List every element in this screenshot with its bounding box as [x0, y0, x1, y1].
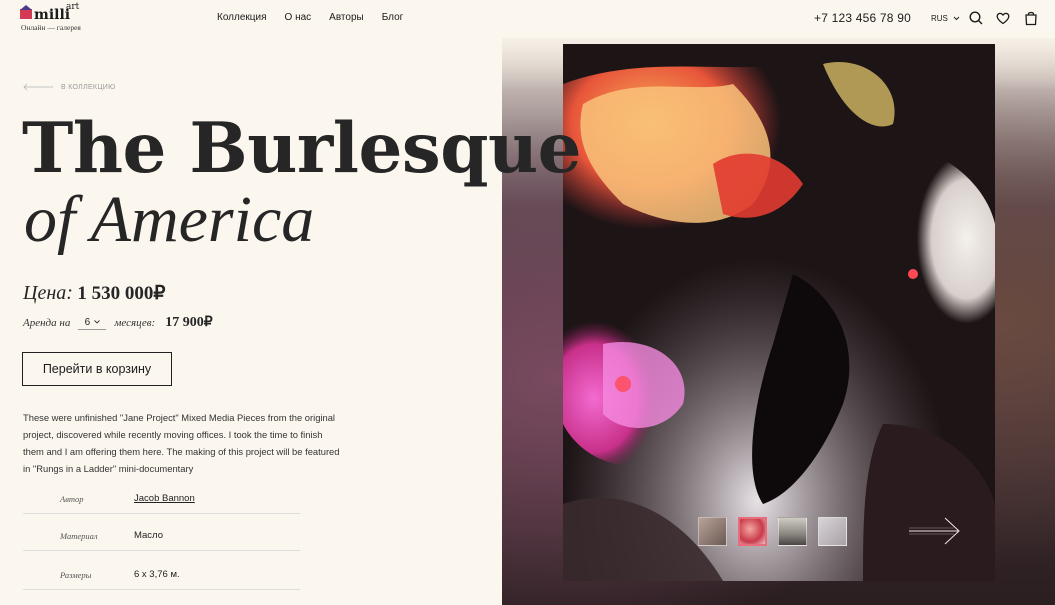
- bag-icon[interactable]: [1023, 10, 1039, 26]
- go-to-cart-button[interactable]: Перейти в корзину: [22, 352, 172, 386]
- back-to-collection-link[interactable]: В КОЛЛЕКЦИЮ: [23, 83, 116, 91]
- rent-months-value: 6: [84, 316, 91, 328]
- next-arrow-icon[interactable]: [909, 516, 961, 546]
- spec-label: Материал: [60, 531, 98, 541]
- chevron-down-icon: [953, 17, 960, 21]
- spec-row-author: Автор Jacob Bannon: [23, 476, 300, 514]
- price-value: 1 530 000₽: [77, 283, 166, 304]
- rent-value: 17 900₽: [165, 315, 213, 330]
- logo-sup: art: [66, 2, 80, 12]
- thumbnail-1[interactable]: [698, 517, 727, 546]
- artwork-description: These were unfinished "Jane Project" Mix…: [23, 412, 340, 474]
- rent-label: Аренда на: [23, 316, 71, 329]
- logo-name: milli: [34, 7, 71, 23]
- logo-house-icon: [20, 5, 33, 19]
- spec-label: Размеры: [60, 570, 92, 580]
- nav-item-authors[interactable]: Авторы: [329, 12, 364, 23]
- thumbnail-4[interactable]: [818, 517, 847, 546]
- language-label: RUS: [931, 14, 948, 23]
- spec-row-dimensions: Размеры 6 x 3,76 м.: [23, 552, 300, 590]
- nav-item-about[interactable]: О нас: [285, 12, 312, 23]
- header: milli art Онлайн — галерея Коллекция О н…: [0, 0, 1055, 38]
- thumbnail-2[interactable]: [738, 517, 767, 546]
- arrow-left-icon: [23, 83, 53, 91]
- chevron-down-icon: [94, 320, 100, 324]
- language-select[interactable]: RUS: [931, 14, 960, 23]
- rent-row: Аренда на 6 месяцев: 17 900₽: [23, 314, 213, 331]
- rent-suffix: месяцев:: [114, 316, 156, 329]
- phone-link[interactable]: +7 123 456 78 90: [814, 11, 911, 25]
- nav-item-collection[interactable]: Коллекция: [217, 12, 267, 23]
- rent-months-select[interactable]: 6: [78, 316, 107, 330]
- thumbnail-3[interactable]: [778, 517, 807, 546]
- author-link[interactable]: Jacob Bannon: [134, 493, 195, 504]
- artwork-title-line2: of America: [24, 183, 315, 256]
- main-nav: Коллекция О нас Авторы Блог: [217, 12, 403, 23]
- logo-tagline: Онлайн — галерея: [21, 23, 81, 32]
- spec-row-material: Материал Масло: [23, 513, 300, 551]
- spec-value: Масло: [134, 530, 163, 541]
- spec-label: Автор: [60, 494, 84, 504]
- gallery-thumbnails: [698, 517, 847, 546]
- nav-item-blog[interactable]: Блог: [382, 12, 404, 23]
- back-link-label: В КОЛЛЕКЦИЮ: [61, 83, 116, 91]
- price-label: Цена:: [23, 282, 73, 304]
- spec-value: 6 x 3,76 м.: [134, 569, 180, 580]
- artwork-image[interactable]: [563, 44, 995, 581]
- artwork-title-line1: The Burlesque: [22, 108, 582, 189]
- search-icon[interactable]: [968, 10, 984, 26]
- heart-icon[interactable]: [995, 10, 1011, 26]
- price: Цена: 1 530 000₽: [23, 282, 165, 305]
- logo[interactable]: milli art Онлайн — галерея: [18, 2, 88, 33]
